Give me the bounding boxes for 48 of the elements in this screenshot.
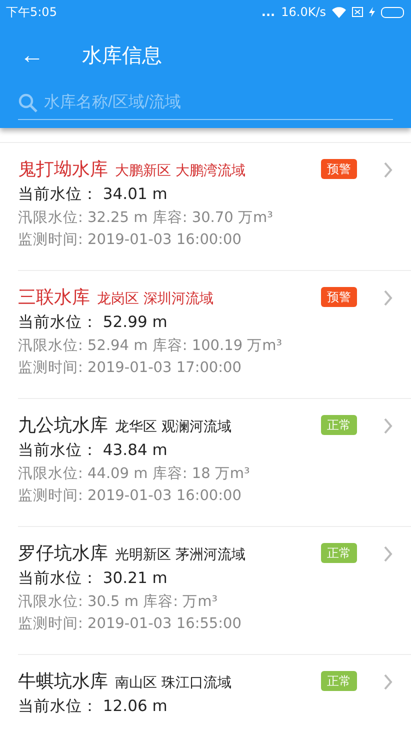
limit-capacity: 汛限水位: 44.09 m 库容: 18 万m³ xyxy=(18,464,251,483)
page-title: 水库信息 xyxy=(82,42,162,69)
reservoir-item[interactable]: 九公坑水库 龙华区 观澜河流域 当前水位： 43.84 m 汛限水位: 44.09 m 库容: 18 万m³ 监测时间: 2019-01-03 16:00:00 正常 xyxy=(18,399,411,527)
reservoir-name: 九公坑水库 xyxy=(18,414,108,437)
search-field[interactable]: 水库名称/区域/流域 xyxy=(42,93,393,113)
limit-capacity: 汛限水位: 30.5 m 库容: 万m³ xyxy=(18,592,219,611)
sim-icon xyxy=(352,7,363,17)
reservoir-item[interactable]: 鬼打坳水库 大鹏新区 大鹏湾流域 当前水位： 34.01 m 汛限水位: 32.25 m 库容: 30.70 万m³ 监测时间: 2019-01-03 16:00:00 预警 xyxy=(18,143,411,271)
reservoir-item[interactable]: 牛蜞坑水库 南山区 珠江口流域 当前水位： 12.06 m 正常 xyxy=(18,655,411,731)
wifi-icon xyxy=(332,6,346,18)
status-time: 下午5:05 xyxy=(6,4,57,20)
status-tag: 正常 xyxy=(321,543,357,563)
reservoir-item[interactable]: 三联水库 龙岗区 深圳河流域 当前水位： 52.99 m 汛限水位: 52.94 m 库容: 100.19 万m³ 监测时间: 2019-01-03 17:00:00 预警 xyxy=(18,271,411,399)
current-level: 当前水位： 30.21 m xyxy=(18,568,168,589)
network-speed: 16.0K/s xyxy=(281,5,326,19)
reservoir-name: 鬼打坳水库 xyxy=(18,158,108,181)
search-icon xyxy=(18,93,38,113)
reservoir-area: 大鹏新区 大鹏湾流域 xyxy=(115,162,246,180)
chevron-icon xyxy=(383,418,393,434)
battery-icon xyxy=(381,6,405,18)
reservoir-area: 龙华区 观澜河流域 xyxy=(115,418,232,436)
monitor-time: 监测时间: 2019-01-03 17:00:00 xyxy=(18,359,242,377)
status-tag: 预警 xyxy=(321,287,357,307)
status-tag: 正常 xyxy=(321,671,357,691)
reservoir-name: 牛蜞坑水库 xyxy=(18,670,108,693)
reservoir-name: 罗仔坑水库 xyxy=(18,542,108,565)
reservoir-item[interactable]: 罗仔坑水库 光明新区 茅洲河流域 当前水位： 30.21 m 汛限水位: 30.5 m 库容: 万m³ 监测时间: 2019-01-03 16:55:00 正常 xyxy=(18,527,411,655)
limit-capacity: 汛限水位: 32.25 m 库容: 30.70 万m³ xyxy=(18,208,274,227)
current-level: 当前水位： 34.01 m xyxy=(18,184,168,205)
chevron-icon xyxy=(383,674,393,690)
reservoir-area: 光明新区 茅洲河流域 xyxy=(115,546,246,564)
monitor-time: 监测时间: 2019-01-03 16:00:00 xyxy=(18,231,242,249)
chevron-icon xyxy=(383,162,393,178)
limit-capacity: 汛限水位: 52.94 m 库容: 100.19 万m³ xyxy=(18,336,284,355)
status-tag: 预警 xyxy=(321,159,357,179)
status-tag: 正常 xyxy=(321,415,357,435)
charging-icon xyxy=(369,7,375,17)
monitor-time: 监测时间: 2019-01-03 16:55:00 xyxy=(18,615,242,633)
current-level: 当前水位： 52.99 m xyxy=(18,312,168,333)
status-dots: ... xyxy=(261,5,276,19)
chevron-icon xyxy=(383,546,393,562)
reservoir-area: 南山区 珠江口流域 xyxy=(115,674,232,692)
current-level: 当前水位： 12.06 m xyxy=(18,696,168,717)
chevron-icon xyxy=(383,290,393,306)
monitor-time: 监测时间: 2019-01-03 16:00:00 xyxy=(18,487,242,505)
current-level: 当前水位： 43.84 m xyxy=(18,440,168,461)
reservoir-name: 三联水库 xyxy=(18,286,90,309)
reservoir-area: 龙岗区 深圳河流域 xyxy=(97,290,214,308)
